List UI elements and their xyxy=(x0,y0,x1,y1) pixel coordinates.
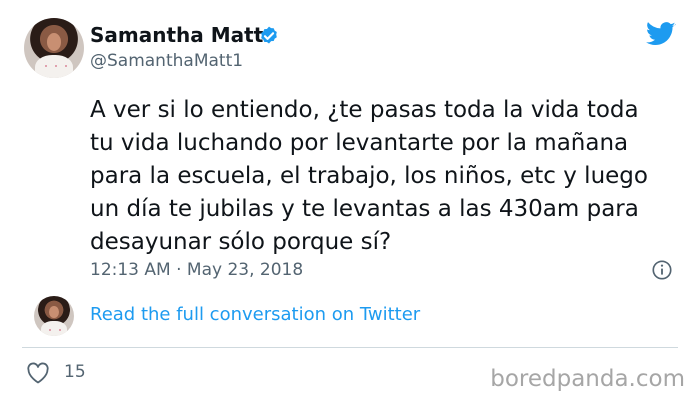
full-conversation-link[interactable]: Read the full conversation on Twitter xyxy=(90,304,420,325)
like-count: 15 xyxy=(64,362,86,382)
avatar-face xyxy=(49,306,59,318)
avatar-floral-pattern xyxy=(40,61,68,75)
tweet-timestamp[interactable]: 12:13 AM · May 23, 2018 xyxy=(90,260,303,280)
author-name[interactable]: Samantha Matt xyxy=(90,23,263,47)
conversation-avatar[interactable] xyxy=(34,296,74,336)
twitter-bird-icon[interactable] xyxy=(646,22,676,47)
verified-badge-icon xyxy=(261,26,277,44)
info-icon[interactable] xyxy=(651,259,673,281)
tweet-actions-divider xyxy=(22,347,678,348)
avatar-face xyxy=(46,33,62,51)
author-avatar[interactable] xyxy=(24,18,84,78)
boredpanda-watermark: boredpanda.com xyxy=(490,366,685,392)
avatar-floral-pattern xyxy=(45,324,63,334)
author-handle[interactable]: @SamanthaMatt1 xyxy=(90,51,243,71)
tweet-text: A ver si lo entiendo, ¿te pasas toda la … xyxy=(90,97,648,255)
heart-icon[interactable] xyxy=(26,362,50,384)
